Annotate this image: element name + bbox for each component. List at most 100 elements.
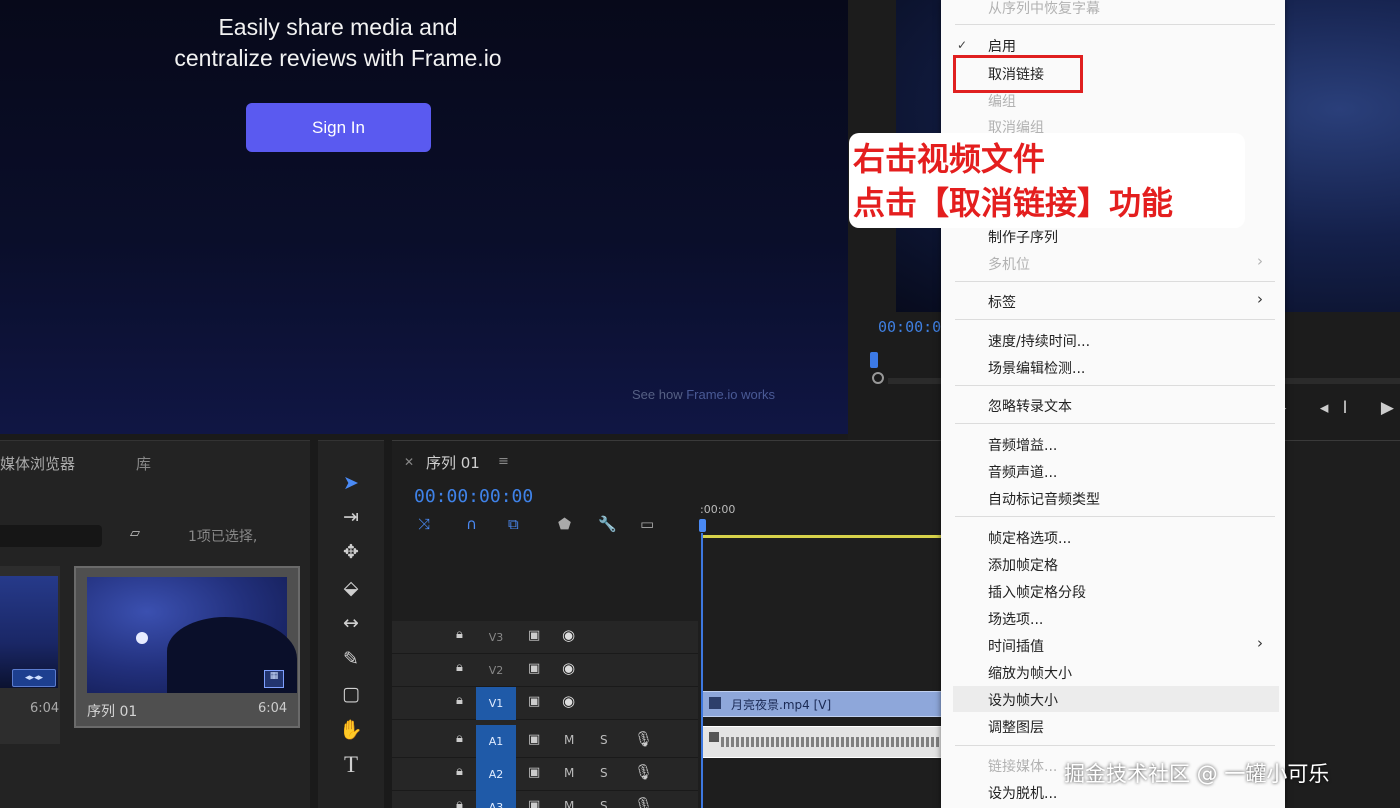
menu-item-adjustment-layer[interactable]: 调整图层 [988,717,1044,737]
eye-icon[interactable]: ◉ [562,692,575,710]
lock-icon[interactable]: 🔒︎ [456,693,463,708]
solo-button[interactable]: S [600,733,608,747]
microphone-icon[interactable]: 🎙︎ [634,730,653,748]
timeline-timecode[interactable]: 00:00:00:00 [414,486,533,507]
watermark: 掘金技术社区 @ 一罐小可乐 [1064,762,1330,786]
clip-audio-video-badge: ◂▸◂▸ [12,669,56,687]
audio-waveform [721,737,941,747]
track-name-v3[interactable]: V3 [476,621,516,654]
tutorial-annotation: 右击视频文件 点击【取消链接】功能 [849,133,1245,228]
mute-button[interactable]: M [564,733,574,747]
linked-selection-icon[interactable]: ⧉ [508,515,519,533]
sync-lock-icon[interactable]: ▣ [528,732,540,747]
frameio-howto-link[interactable]: Frame.io works [686,387,775,402]
slip-tool-icon[interactable]: ↔ [334,609,368,637]
mute-button[interactable]: M [564,766,574,780]
razor-tool-icon[interactable]: ⬙ [334,574,368,602]
menu-item-add-frame-hold[interactable]: 添加帧定格 [988,555,1058,575]
close-icon[interactable]: ✕ [404,455,414,469]
microphone-icon[interactable]: 🎙︎ [634,796,653,808]
hand-tool-icon[interactable]: ✋ [334,715,368,743]
video-clip[interactable]: 月亮夜景.mp4 [V] [702,691,942,717]
track-name-a3[interactable]: A3 [476,791,516,808]
track-name-a2[interactable]: A2 [476,758,516,791]
lock-icon[interactable]: 🔒︎ [456,797,463,808]
timeline-playhead-handle[interactable] [699,519,706,532]
eye-icon[interactable]: ◉ [562,659,575,677]
selection-tool-icon[interactable]: ➤ [334,469,368,497]
pen-tool-icon[interactable]: ✎ [334,645,368,673]
menu-item-time-interpolation[interactable]: 时间插值 [988,636,1044,656]
type-tool-icon[interactable]: T [334,751,368,779]
nest-toggle-icon[interactable]: ⤨ [418,515,430,533]
panel-menu-icon[interactable]: ≡ [498,454,509,469]
add-marker-icon[interactable]: ⬟ [558,515,571,533]
menu-item-scale-to-frame[interactable]: 缩放为帧大小 [988,663,1072,683]
lock-icon[interactable]: 🔒︎ [456,627,463,642]
track-name-v2[interactable]: V2 [476,654,516,687]
track-name-a1[interactable]: A1 [476,725,516,758]
frameio-howto-prefix: See how [632,387,687,402]
program-playhead-handle[interactable] [872,372,884,384]
timeline-tab-title[interactable]: 序列 01 [426,452,480,473]
menu-item-label[interactable]: 标签 [988,292,1016,312]
tab-media-browser[interactable]: 媒体浏览器 [0,453,75,474]
sync-lock-icon[interactable]: ▣ [528,694,540,709]
menu-item-scene-edit-detection[interactable]: 场景编辑检测... [988,358,1085,378]
lock-icon[interactable]: 🔒︎ [456,731,463,746]
solo-button[interactable]: S [600,766,608,780]
check-icon: ✓ [957,38,968,52]
rectangle-tool-icon[interactable]: ▢ [334,680,368,708]
sync-lock-icon[interactable]: ▣ [528,765,540,780]
track-row-a2: 🔒︎ A2 ▣ M S 🎙︎ [392,758,698,791]
track-row-a3: 🔒︎ A3 ▣ M S 🎙︎ [392,791,698,808]
captions-icon[interactable]: ▭ [640,515,654,533]
folder-icon[interactable]: ▱ [130,526,150,542]
track-select-tool-icon[interactable]: ⇥ [334,503,368,531]
sync-lock-icon[interactable]: ▣ [528,661,540,676]
lock-icon[interactable]: 🔒︎ [456,764,463,779]
snap-icon[interactable]: ∩ [466,515,477,533]
menu-item-frame-hold-options[interactable]: 帧定格选项... [988,528,1071,548]
mute-button[interactable]: M [564,799,574,808]
menu-item-field-options[interactable]: 场选项... [988,609,1043,629]
program-transport-controls[interactable]: ▸ ◂I ▶ [1278,398,1400,418]
work-area-bar[interactable] [702,535,942,538]
clip-thumbnail[interactable]: ◂▸◂▸ [0,566,60,744]
menu-item-enable[interactable]: 启用 [988,36,1016,56]
microphone-icon[interactable]: 🎙︎ [634,763,653,781]
menu-item-multicam: 多机位 [988,257,1030,273]
track-name-v1[interactable]: V1 [476,687,516,720]
menu-item-make-subsequence[interactable]: 制作子序列 [988,227,1058,247]
sync-lock-icon[interactable]: ▣ [528,798,540,808]
menu-item-audio-channels[interactable]: 音频声道... [988,462,1057,482]
eye-icon[interactable]: ◉ [562,626,575,644]
wrench-icon[interactable]: 🔧 [598,515,617,533]
project-search-input[interactable] [0,525,102,547]
solo-button[interactable]: S [600,799,608,808]
frameio-how-it-works: See how Frame.io works [632,387,775,402]
menu-item-set-to-frame[interactable]: 设为帧大小 [988,690,1058,710]
menu-item-auto-tag-audio[interactable]: 自动标记音频类型 [988,489,1100,509]
video-clip-name: 月亮夜景.mp4 [V] [731,698,832,712]
sequence-thumbnail-image [87,577,297,693]
menu-item-restore-captions: 从序列中恢复字幕 [988,1,1100,17]
program-timecode[interactable]: 00:00:0 [878,318,941,336]
menu-item-audio-gain[interactable]: 音频增益... [988,435,1057,455]
menu-item-insert-frame-hold[interactable]: 插入帧定格分段 [988,582,1086,602]
ripple-edit-tool-icon[interactable]: ✥ [334,538,368,566]
frameio-sign-in-button[interactable]: Sign In [246,103,431,152]
audio-clip[interactable] [702,726,942,758]
lock-icon[interactable]: 🔒︎ [456,660,463,675]
tab-library[interactable]: 库 [136,453,151,474]
sequence-thumbnail-name: 序列 01 [87,704,138,720]
menu-item-ignore-transcript[interactable]: 忽略转录文本 [988,396,1072,416]
menu-item-make-offline[interactable]: 设为脱机... [988,783,1057,803]
menu-item-link-media: 链接媒体... [988,759,1058,775]
track-headers: 🔒︎ V3 ▣ ◉ 🔒︎ V2 ▣ ◉ 🔒︎ V1 ▣ ◉ 🔒︎ A1 ▣ M … [392,621,698,808]
timeline-playhead-line[interactable] [701,533,703,808]
sync-lock-icon[interactable]: ▣ [528,628,540,643]
menu-separator [955,423,1275,424]
program-playhead[interactable] [870,352,878,368]
menu-item-speed-duration[interactable]: 速度/持续时间... [988,331,1090,351]
